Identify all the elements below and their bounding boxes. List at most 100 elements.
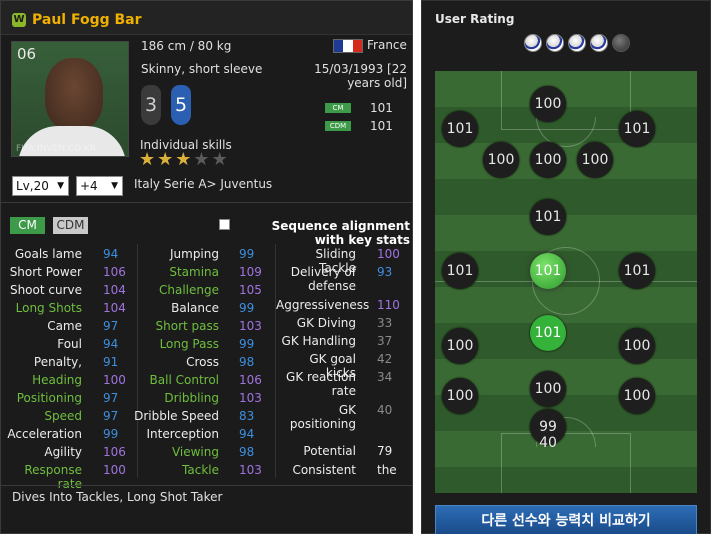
pitch-position-lwb[interactable]: 100 bbox=[442, 328, 478, 364]
pitch-position-cb[interactable]: 100 bbox=[530, 371, 566, 407]
player-photo: 06 FIFA.INVEN.CO.KR bbox=[11, 41, 129, 157]
tab-cdm[interactable]: CDM bbox=[53, 217, 88, 234]
stat-name: Short Power bbox=[9, 265, 82, 279]
level-select[interactable]: Lv,20 ▼ bbox=[12, 176, 69, 196]
nation: France bbox=[367, 38, 407, 52]
pitch-position-cdm[interactable]: 101 bbox=[530, 315, 566, 351]
pitch-position-rf[interactable]: 100 bbox=[577, 142, 613, 178]
stat-name: Tackle bbox=[182, 463, 219, 477]
weak-foot-icon: 3 bbox=[141, 85, 161, 125]
sequence-checkbox[interactable] bbox=[219, 219, 230, 230]
stat-value: 109 bbox=[239, 265, 262, 279]
star-empty-icon: ★ bbox=[193, 149, 210, 170]
league-club: Italy Serie A> Juventus bbox=[134, 177, 273, 191]
rating-ball-filled-icon bbox=[524, 34, 542, 52]
position-badge-cdm: CDM bbox=[325, 121, 351, 131]
compare-players-button[interactable]: 다른 선수와 능력치 비교하기 bbox=[435, 505, 697, 534]
stat-name: Positioning bbox=[16, 391, 82, 405]
star-filled-icon: ★ bbox=[139, 149, 156, 170]
stat-name: Acceleration bbox=[7, 427, 82, 441]
divider bbox=[1, 485, 412, 486]
stat-name: Long Pass bbox=[159, 337, 219, 351]
photo-watermark: FIFA.INVEN.CO.KR bbox=[16, 144, 96, 154]
pitch-position-cam[interactable]: 101 bbox=[530, 199, 566, 235]
stat-value: 100 bbox=[103, 373, 126, 387]
penalty-box-bottom bbox=[501, 433, 631, 493]
pitch-position-lf[interactable]: 100 bbox=[483, 142, 519, 178]
stat-name: Agility bbox=[44, 445, 82, 459]
stat-value: 106 bbox=[239, 373, 262, 387]
height-weight: 186 cm / 80 kg bbox=[141, 39, 232, 53]
stat-value: 103 bbox=[239, 319, 262, 333]
flag-stripe-blue bbox=[334, 40, 344, 52]
stat-name: Shoot curve bbox=[9, 283, 82, 297]
stat-value: 94 bbox=[103, 337, 119, 351]
stat-value: 103 bbox=[239, 391, 262, 405]
stat-name: Penalty, bbox=[33, 355, 82, 369]
stat-value: 103 bbox=[239, 463, 262, 477]
birth-date: 15/03/1993 [22 years old] bbox=[314, 62, 407, 90]
stat-name: Potential bbox=[303, 444, 356, 458]
pitch-position-rb[interactable]: 100 bbox=[619, 378, 655, 414]
rating-ball-filled-icon bbox=[546, 34, 564, 52]
pitch-position-cm[interactable]: 101 bbox=[530, 253, 566, 289]
rating-ball-filled-icon bbox=[568, 34, 586, 52]
stat-value: 37 bbox=[377, 334, 393, 348]
pitch-position-rm[interactable]: 101 bbox=[619, 253, 655, 289]
stat-name: Dribbling bbox=[164, 391, 219, 405]
enhance-select-value: +4 bbox=[80, 179, 98, 193]
level-select-value: Lv,20 bbox=[16, 179, 49, 193]
tab-cm[interactable]: CM bbox=[10, 217, 45, 234]
card-type-icon: W bbox=[12, 13, 26, 27]
pitch-position-gk[interactable]: 40 bbox=[530, 433, 566, 453]
stat-name: Jumping bbox=[169, 247, 219, 261]
physique: Skinny, short sleeve bbox=[141, 62, 263, 76]
chevron-down-icon: ▼ bbox=[111, 181, 118, 191]
enhance-select[interactable]: +4 ▼ bbox=[76, 176, 123, 196]
pitch-position-rw[interactable]: 101 bbox=[619, 111, 655, 147]
stat-value: 99 bbox=[239, 337, 255, 351]
flag-stripe-red bbox=[352, 40, 362, 52]
pitch-position-st[interactable]: 100 bbox=[530, 86, 566, 122]
pitch-position-lm[interactable]: 101 bbox=[442, 253, 478, 289]
flag-icon bbox=[333, 39, 363, 53]
stat-value: 99 bbox=[239, 247, 255, 261]
stat-name: Short pass bbox=[155, 319, 220, 333]
divider bbox=[1, 202, 412, 203]
pitch-position-lw[interactable]: 101 bbox=[442, 111, 478, 147]
flag-stripe-white bbox=[343, 40, 353, 52]
stat-name: GK Handling bbox=[281, 334, 356, 348]
stat-value: 94 bbox=[103, 247, 119, 261]
pitch-position-cf[interactable]: 100 bbox=[530, 142, 566, 178]
column-divider bbox=[137, 244, 138, 478]
stat-name: Foul bbox=[57, 337, 82, 351]
photo-head bbox=[45, 58, 103, 130]
chevron-down-icon: ▼ bbox=[57, 181, 64, 191]
pitch-position-lb[interactable]: 100 bbox=[442, 378, 478, 414]
stat-value: 33 bbox=[377, 316, 393, 330]
stat-value: 42 bbox=[377, 352, 393, 366]
stat-value: 98 bbox=[239, 445, 255, 459]
stat-value: 83 bbox=[239, 409, 255, 423]
stat-name: Stamina bbox=[169, 265, 219, 279]
stat-name: Consistent bbox=[292, 463, 356, 477]
stat-name: Aggressiveness bbox=[276, 298, 370, 312]
strong-foot-icon: 5 bbox=[171, 85, 191, 125]
stat-name: Response rate bbox=[24, 463, 82, 491]
stat-value: 97 bbox=[103, 319, 119, 333]
stat-value: 94 bbox=[239, 427, 255, 441]
stat-name: Long Shots bbox=[15, 301, 82, 315]
pitch: 100 101 101 100 100 100 101 101 101 101 101 100 100 1… bbox=[435, 71, 697, 493]
rating-title: User Rating bbox=[435, 12, 515, 26]
star-empty-icon: ★ bbox=[211, 149, 228, 170]
position-value-cm: 101 bbox=[370, 101, 393, 115]
rating-ball-empty-icon bbox=[612, 34, 630, 52]
stat-value: the bbox=[377, 463, 397, 477]
player-card: W Paul Fogg Bar 06 FIFA.INVEN.CO.KR 186 … bbox=[0, 0, 413, 534]
stat-value: 97 bbox=[103, 409, 119, 423]
stat-name: Came bbox=[47, 319, 82, 333]
stat-name: Viewing bbox=[171, 445, 219, 459]
star-filled-icon: ★ bbox=[157, 149, 174, 170]
stat-value: 104 bbox=[103, 301, 126, 315]
pitch-position-rwb[interactable]: 100 bbox=[619, 328, 655, 364]
